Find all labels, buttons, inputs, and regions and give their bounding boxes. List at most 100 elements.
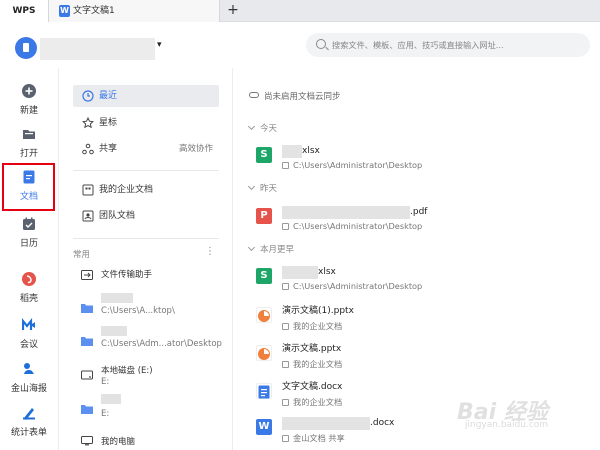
rail-item-calendar[interactable]: 日历 bbox=[0, 211, 58, 257]
rail-item-poster[interactable]: 金山海报 bbox=[0, 356, 58, 402]
form-icon bbox=[23, 408, 35, 420]
nav-item-starred[interactable]: 星标 bbox=[73, 112, 219, 134]
file-location: C:\Users\Administrator\Desktop bbox=[282, 221, 422, 231]
team-icon bbox=[82, 210, 94, 222]
rail-item-meeting[interactable]: 会议 bbox=[0, 312, 58, 358]
file-name: 演示文稿(1).pptx bbox=[282, 306, 354, 316]
common-item-folder[interactable]: C:\Users\Adm...ator\Desktop bbox=[73, 326, 223, 354]
search-input[interactable]: 搜索文件、模板、应用、技巧或直接输入网址... bbox=[306, 33, 590, 57]
presentation-icon bbox=[256, 307, 272, 323]
chevron-down-icon[interactable]: ▾ bbox=[157, 40, 162, 50]
group-this-month[interactable]: 本月更早 bbox=[247, 243, 295, 255]
rail-item-daoke[interactable]: 稻壳 bbox=[0, 266, 58, 312]
rail-item-form[interactable]: 统计表单 bbox=[0, 400, 58, 446]
nav-panel: 最近 星标 共享 高效协作 我的企业文档 团队文档 常用 ⋮ 文件传输助手 C:… bbox=[59, 68, 231, 450]
meeting-icon bbox=[22, 318, 35, 330]
document-icon bbox=[23, 170, 35, 184]
disk-icon bbox=[81, 370, 93, 380]
shared-small-icon bbox=[282, 435, 289, 442]
redacted-file-name bbox=[282, 145, 302, 158]
calendar-icon bbox=[23, 217, 35, 230]
common-item-path: C:\Users\Adm...ator\Desktop bbox=[101, 339, 222, 349]
common-item-my-computer[interactable]: 我的电脑 bbox=[73, 432, 223, 450]
redacted-file-name bbox=[282, 206, 410, 219]
file-item[interactable]: P .pdf C:\Users\Administrator\Desktop bbox=[256, 206, 586, 240]
rail-label-docs: 文档 bbox=[19, 192, 38, 202]
common-item-folder[interactable]: E: bbox=[73, 394, 223, 422]
rail-item-docs[interactable]: 文档 bbox=[0, 164, 58, 210]
file-location: 我的企业文档 bbox=[282, 396, 342, 408]
nav-item-team[interactable]: 团队文档 bbox=[73, 205, 219, 227]
computer-icon bbox=[81, 436, 93, 446]
file-name: xlsx bbox=[302, 146, 320, 156]
nav-label-recent: 最近 bbox=[99, 91, 118, 101]
rail-label-new: 新建 bbox=[19, 106, 38, 116]
common-item-folder[interactable]: C:\Users\A...ktop\ bbox=[73, 293, 223, 321]
rail-item-open[interactable]: 打开 bbox=[0, 121, 58, 167]
rail-label-poster: 金山海报 bbox=[10, 384, 47, 394]
user-name-redacted[interactable] bbox=[40, 38, 155, 60]
file-name: 文字文稿.docx bbox=[282, 382, 343, 392]
nav-label-my-enterprise: 我的企业文档 bbox=[99, 185, 154, 195]
star-icon bbox=[82, 117, 94, 129]
search-icon bbox=[316, 39, 326, 49]
avatar[interactable] bbox=[15, 37, 37, 59]
add-tab-button[interactable]: + bbox=[226, 0, 240, 22]
nav-label-shared: 共享 bbox=[99, 144, 118, 154]
nav-separator bbox=[73, 170, 219, 171]
enterprise-doc-icon bbox=[82, 184, 94, 196]
redacted-folder-name bbox=[101, 326, 127, 336]
common-item-transfer[interactable]: 文件传输助手 bbox=[73, 264, 223, 284]
redacted-folder-name bbox=[101, 394, 121, 404]
baidu-watermark-url: jingyan.baidu.com bbox=[465, 420, 549, 430]
clock-icon bbox=[82, 90, 94, 102]
rail-item-new[interactable]: 新建 bbox=[0, 78, 58, 124]
group-label: 本月更早 bbox=[260, 245, 295, 255]
file-location: C:\Users\Administrator\Desktop bbox=[282, 281, 422, 291]
redacted-file-name bbox=[282, 266, 318, 279]
rail-label-meeting: 会议 bbox=[19, 340, 38, 350]
group-yesterday[interactable]: 昨天 bbox=[247, 182, 278, 194]
file-item[interactable]: 演示文稿.pptx 我的企业文档 bbox=[256, 343, 586, 377]
group-today[interactable]: 今天 bbox=[247, 122, 277, 134]
share-icon bbox=[82, 143, 94, 155]
file-item[interactable]: S xlsx C:\Users\Administrator\Desktop bbox=[256, 145, 586, 179]
common-item-path: C:\Users\A...ktop\ bbox=[101, 306, 175, 316]
tab-document[interactable]: W 文字文稿1 bbox=[48, 0, 220, 22]
file-item[interactable]: S xlsx C:\Users\Administrator\Desktop bbox=[256, 266, 586, 300]
nav-item-shared[interactable]: 共享 高效协作 bbox=[73, 138, 219, 160]
file-name: .pdf bbox=[410, 207, 428, 217]
more-icon[interactable]: ⋮ bbox=[205, 246, 215, 257]
nav-shared-extra[interactable]: 高效协作 bbox=[179, 138, 213, 160]
cloud-sync-notice[interactable]: 尚未启用文档云同步 bbox=[249, 90, 341, 102]
text-doc-icon bbox=[256, 383, 272, 399]
enterprise-small-icon bbox=[282, 323, 289, 330]
tab-document-label: 文字文稿1 bbox=[73, 6, 115, 16]
file-location: 金山文档 共享 bbox=[282, 432, 345, 444]
cloud-sync-text: 尚未启用文档云同步 bbox=[264, 92, 341, 102]
common-item-label: 本地磁盘 (E:) bbox=[101, 366, 153, 376]
common-item-disk-e[interactable]: 本地磁盘 (E:) E: bbox=[73, 362, 223, 390]
folder-icon bbox=[81, 304, 93, 313]
file-item[interactable]: 演示文稿(1).pptx 我的企业文档 bbox=[256, 305, 586, 339]
enterprise-small-icon bbox=[282, 399, 289, 406]
redacted-file-name bbox=[282, 417, 370, 430]
common-item-path: E: bbox=[101, 409, 110, 419]
rail-label-calendar: 日历 bbox=[19, 239, 38, 249]
file-name: .docx bbox=[370, 418, 395, 428]
tab-bar: WPS W 文字文稿1 + bbox=[0, 0, 600, 22]
nav-item-my-enterprise[interactable]: 我的企业文档 bbox=[73, 179, 219, 201]
cloud-icon bbox=[249, 92, 259, 98]
nav-item-recent[interactable]: 最近 bbox=[73, 85, 219, 107]
file-location: C:\Users\Administrator\Desktop bbox=[282, 160, 422, 170]
nav-separator bbox=[73, 238, 219, 239]
transfer-icon bbox=[81, 270, 93, 280]
file-name: 演示文稿.pptx bbox=[282, 344, 342, 354]
chevron-down-icon bbox=[247, 243, 256, 252]
tab-wps-home[interactable]: WPS bbox=[0, 0, 48, 22]
group-label: 昨天 bbox=[260, 184, 278, 194]
plus-circle-icon bbox=[22, 84, 36, 98]
file-name: xlsx bbox=[318, 267, 336, 277]
common-section-title: 常用 bbox=[73, 250, 91, 260]
file-location: 我的企业文档 bbox=[282, 358, 342, 370]
